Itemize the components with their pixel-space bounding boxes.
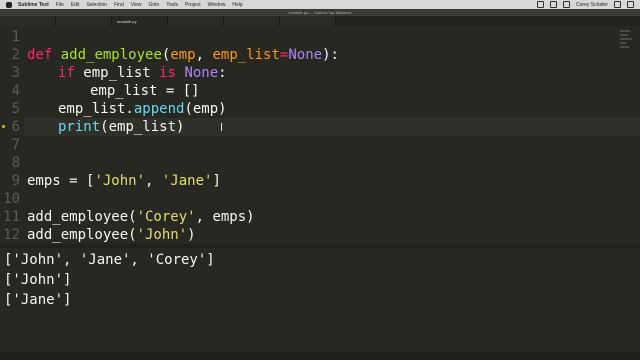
line-number: 2 (11, 47, 20, 63)
status-bar (0, 352, 640, 360)
code-text: add_employee( (27, 227, 137, 243)
param: emp (170, 47, 196, 63)
tab-mutable[interactable]: mutable.py (112, 16, 168, 26)
tab-2[interactable] (56, 16, 112, 26)
menu-tools[interactable]: Tools (166, 2, 178, 8)
code-line-11[interactable]: add_employee('Corey', emps) (27, 208, 255, 226)
code-line-6[interactable]: print(emp_list) (58, 118, 184, 136)
search-icon[interactable] (614, 1, 621, 8)
apple-icon[interactable] (6, 1, 12, 8)
punct: : (218, 65, 227, 81)
tab-4[interactable] (168, 16, 224, 26)
code-text: emp_list. (58, 101, 134, 117)
code-line-3[interactable]: if emp_list is None: (58, 64, 227, 82)
menu-file[interactable]: File (56, 2, 64, 8)
code-editor[interactable]: 1 2 3 4 5 6 7 8 9 10 11 12 def add_emplo… (0, 26, 640, 244)
method-name: append (133, 101, 185, 117)
code-line-12[interactable]: add_employee('John') (27, 226, 196, 244)
menu-view[interactable]: View (131, 2, 142, 8)
code-text: ] (212, 173, 221, 189)
line-number: 9 (11, 173, 20, 189)
code-text: , (145, 173, 162, 189)
code-text: ) (187, 227, 196, 243)
code-text: emp_list (74, 65, 160, 81)
wifi-icon[interactable] (537, 1, 545, 8)
user-name[interactable]: Corey Schafer (576, 2, 608, 8)
menu-bar: Sublime Text File Edit Selection Find Vi… (0, 0, 640, 9)
string: 'John' (136, 227, 188, 243)
code-line-5[interactable]: emp_list.append(emp) (58, 100, 227, 118)
line-number: 10 (3, 191, 20, 207)
function-name: add_employee (60, 47, 162, 63)
volume-icon[interactable] (550, 1, 558, 8)
punct: ): (322, 47, 339, 63)
code-text: emps = [ (27, 173, 95, 189)
code-text: emp_list = [] (90, 83, 200, 99)
keyword: def (27, 47, 53, 63)
code-text: , emps) (195, 209, 255, 225)
line-number: 11 (3, 209, 20, 225)
line-number: 7 (11, 137, 20, 153)
line-number: 1 (11, 29, 20, 45)
builtin-name: print (58, 119, 101, 135)
minimap[interactable] (620, 30, 634, 60)
keyword: is (159, 65, 177, 81)
build-output-panel[interactable]: ['John', 'Jane', 'Corey'] ['John'] ['Jan… (0, 248, 640, 352)
window-title-bar: mutable.py — Python-Top-Mistakes (0, 9, 640, 16)
menu-list-icon[interactable] (627, 1, 634, 8)
tab-6[interactable] (280, 16, 336, 26)
output-line: ['John'] (4, 272, 72, 288)
menu-edit[interactable]: Edit (71, 2, 80, 8)
menu-window[interactable]: Window (208, 2, 226, 8)
menu-find[interactable]: Find (114, 2, 124, 8)
tab-bar: mutable.py (0, 16, 640, 26)
string: 'Jane' (161, 173, 213, 189)
code-text: (emp) (184, 101, 227, 117)
keyword: if (58, 65, 75, 81)
line-number: 12 (3, 227, 20, 243)
constant: None (184, 65, 219, 81)
line-number: 4 (11, 83, 20, 99)
punct: , (195, 47, 213, 63)
menu-selection[interactable]: Selection (86, 2, 107, 8)
param: emp_list (212, 47, 280, 63)
constant: None (288, 47, 323, 63)
string: 'Corey' (136, 209, 196, 225)
code-line-9[interactable]: emps = ['John', 'Jane'] (27, 172, 221, 190)
code-line-2[interactable]: def add_employee(emp, emp_list=None): (27, 46, 339, 64)
tab-1[interactable] (0, 16, 56, 26)
window-title: mutable.py — Python-Top-Mistakes (288, 10, 352, 15)
output-line: ['Jane'] (4, 292, 72, 308)
tab-5[interactable] (224, 16, 280, 26)
output-line: ['John', 'Jane', 'Corey'] (4, 252, 215, 268)
line-number: 8 (11, 155, 20, 171)
string: 'John' (94, 173, 146, 189)
app-menu[interactable]: Sublime Text (18, 2, 49, 8)
menu-goto[interactable]: Goto (149, 2, 160, 8)
line-number: 3 (11, 65, 20, 81)
code-text: (emp_list) (100, 119, 185, 135)
line-number-gutter: 1 2 3 4 5 6 7 8 9 10 11 12 (0, 26, 24, 244)
menu-help[interactable]: Help (232, 2, 242, 8)
battery-icon[interactable] (563, 1, 571, 8)
line-number: 6 (11, 119, 20, 135)
code-text: add_employee( (27, 209, 137, 225)
line-number: 5 (11, 101, 20, 117)
mouse-ibeam-cursor (221, 123, 222, 131)
code-line-4[interactable]: emp_list = [] (90, 82, 200, 100)
menu-project[interactable]: Project (185, 2, 201, 8)
